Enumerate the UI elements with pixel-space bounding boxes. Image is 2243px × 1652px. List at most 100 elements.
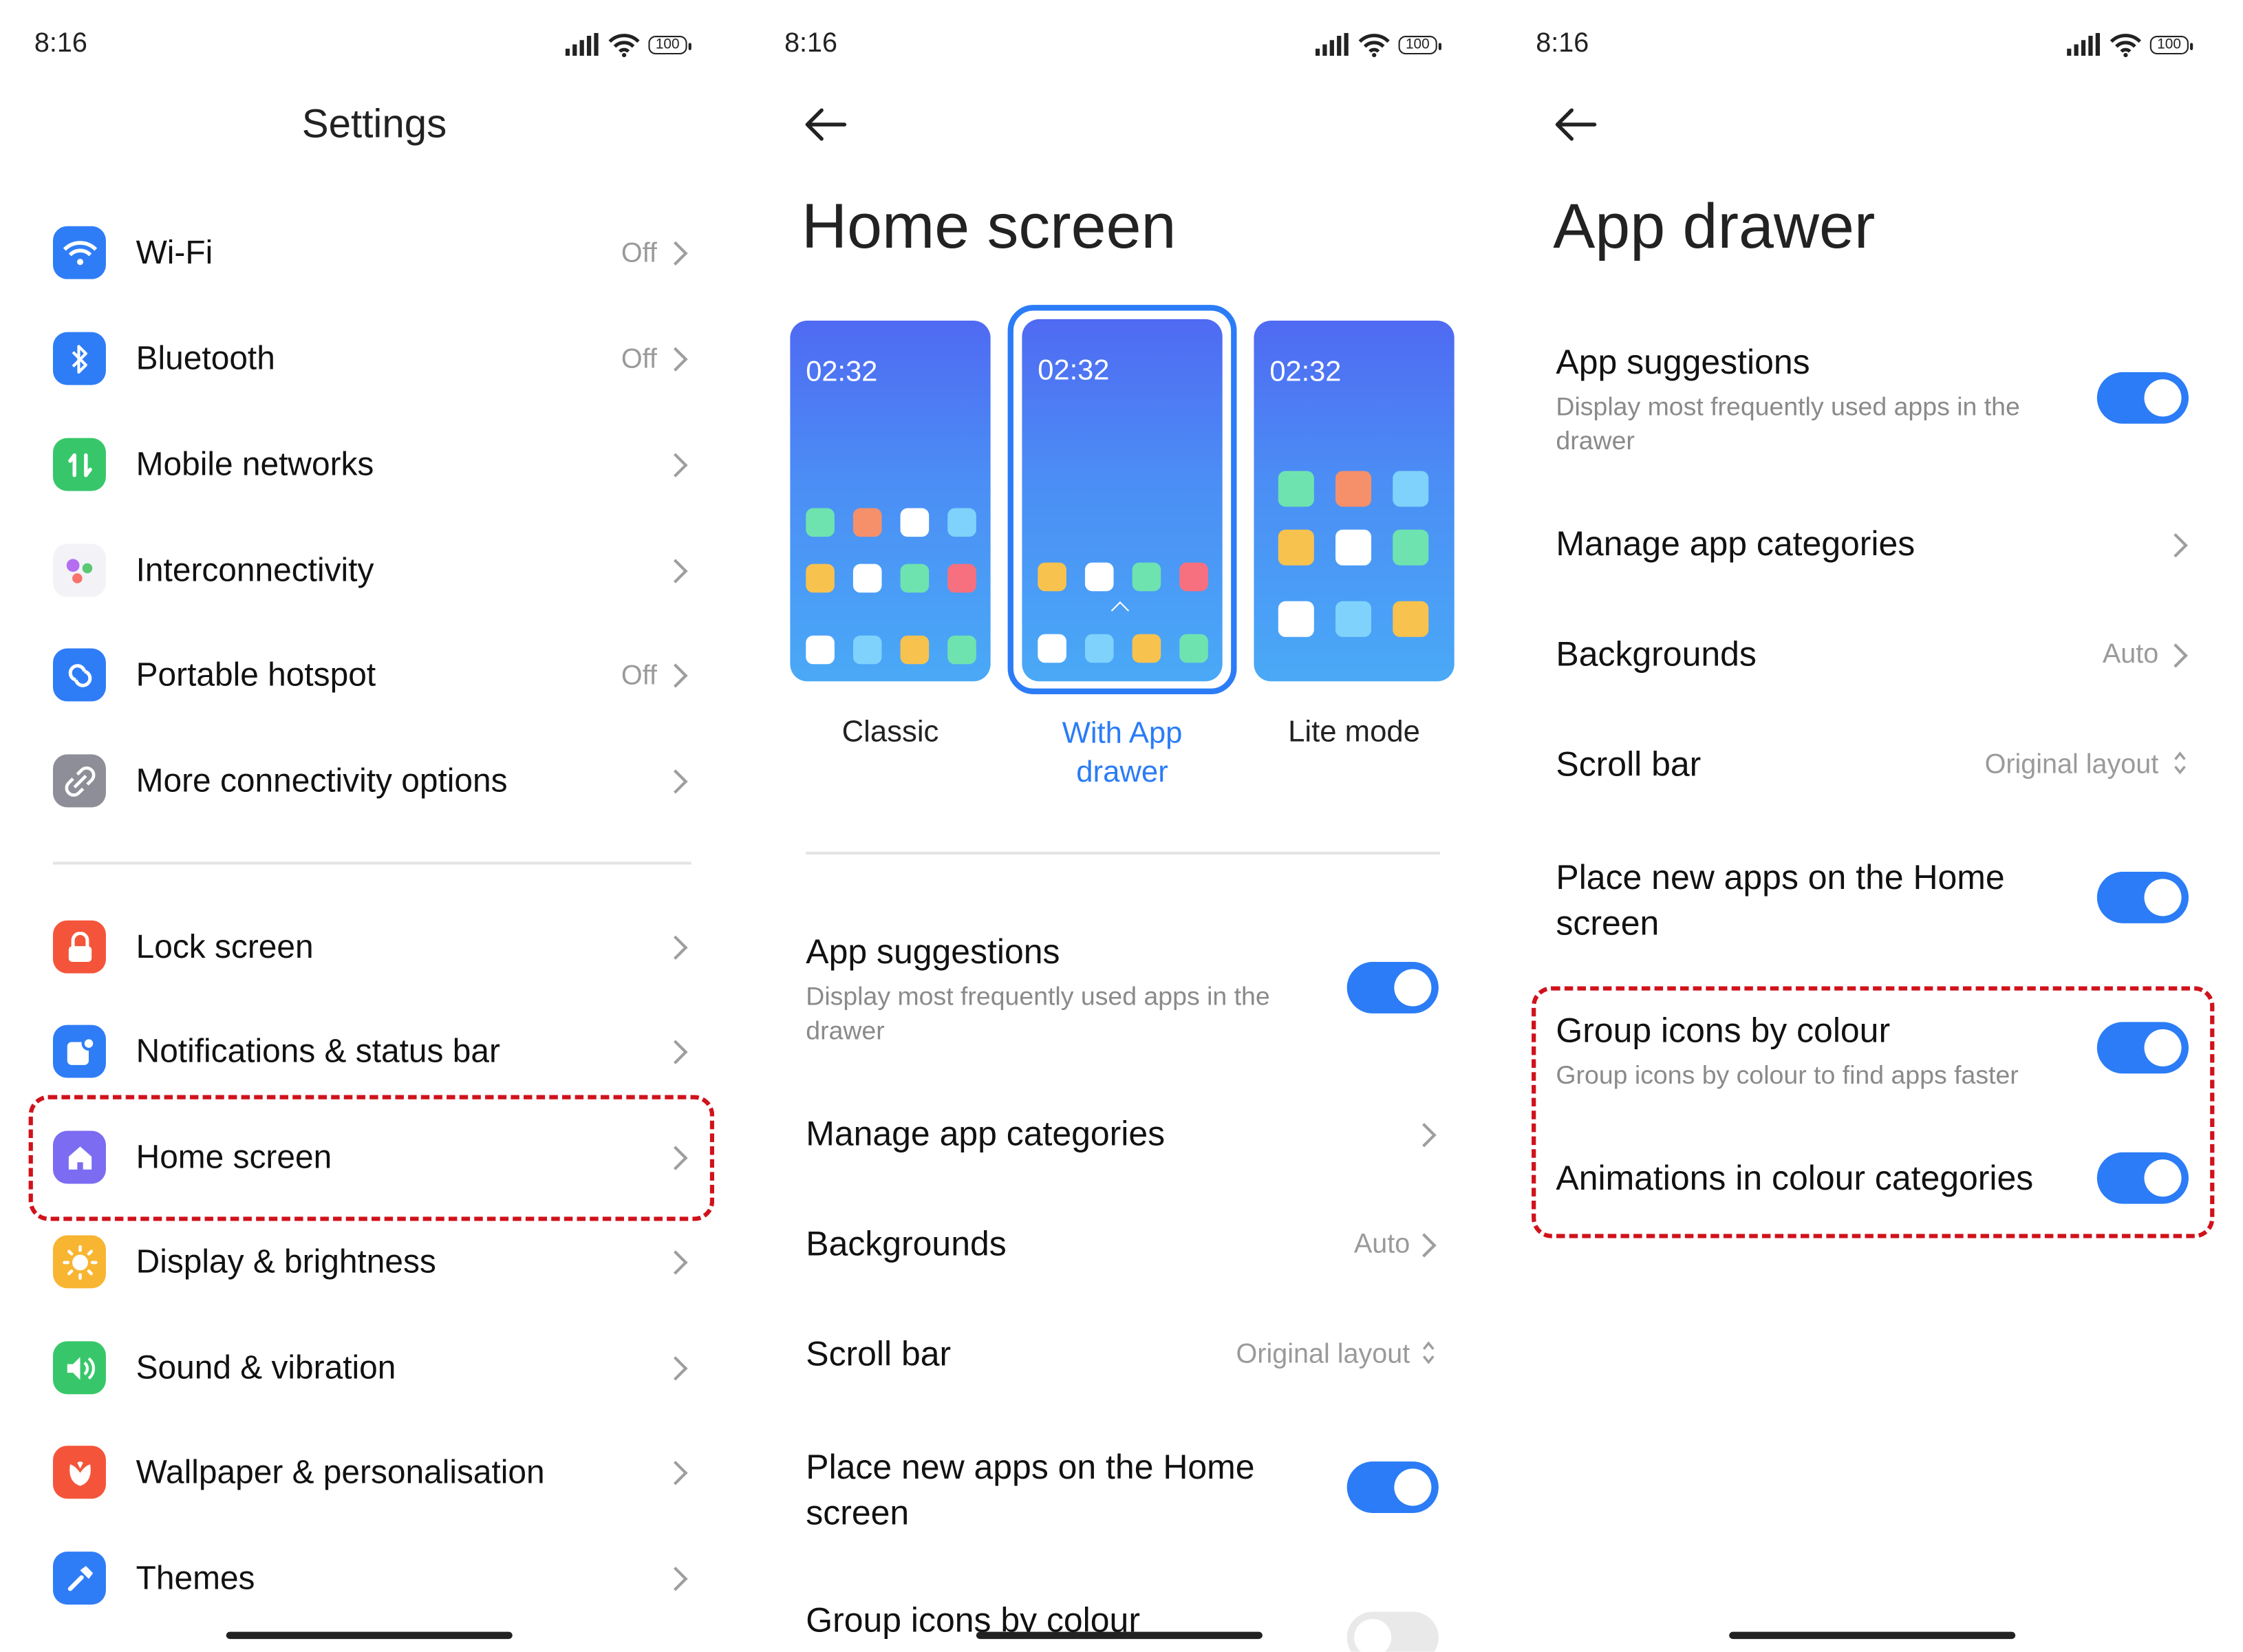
settings-item-label: Mobile networks [136, 445, 374, 483]
wifi-icon [52, 226, 106, 279]
chevron-right-icon [663, 1567, 688, 1591]
setting-title: Place new apps on the Home screen [1556, 859, 2005, 943]
highlight-box [28, 1095, 715, 1221]
setting-value: Original layout [1984, 750, 2159, 780]
preview-time: 02:32 [1038, 354, 1110, 387]
settings-item-value: Off [621, 661, 657, 691]
chevron-right-icon [663, 453, 688, 478]
lock-icon [52, 920, 106, 974]
settings-item-label: Notifications & status bar [136, 1031, 500, 1070]
app-drawer-panel: 8:16 100 App drawer App suggestions Disp… [1497, 0, 2243, 1652]
mobile-networks-icon [52, 438, 106, 491]
signal-icon [565, 32, 599, 56]
brightness-icon [52, 1235, 106, 1289]
settings-item-label: Lock screen [136, 927, 314, 965]
setting-value: Auto [2102, 639, 2159, 670]
settings-item-label: Sound & vibration [136, 1348, 396, 1386]
setting-title: App suggestions [806, 933, 1060, 972]
chevron-right-icon [663, 935, 688, 960]
settings-item-label: Interconnectivity [136, 550, 374, 589]
setting-title: Backgrounds [1556, 635, 1757, 674]
status-icons: 100 [565, 29, 691, 61]
setting-title: Scroll bar [1556, 745, 1702, 785]
status-time: 8:16 [784, 28, 838, 59]
home-screen-panel: 8:16 100 Home screen 02:32 Classic 02:32 [749, 0, 1498, 1652]
wifi-status-icon [608, 33, 640, 57]
setting-title: Manage app categories [1556, 525, 1915, 564]
battery-icon: 100 [648, 34, 691, 54]
settings-item-label: Bluetooth [136, 339, 275, 377]
status-time: 8:16 [34, 28, 87, 59]
chevron-right-icon [663, 663, 688, 688]
section-divider [806, 851, 1440, 854]
status-icons: 100 [1315, 29, 1441, 61]
setting-title: Manage app categories [806, 1115, 1166, 1154]
home-indicator [226, 1631, 513, 1640]
preview-time: 02:32 [806, 356, 878, 388]
setting-subtitle: Display most frequently used apps in the… [806, 982, 1270, 1045]
settings-item-label: Display & brightness [136, 1242, 436, 1280]
more-connectivity-icon [52, 754, 106, 808]
settings-item-value: Off [621, 345, 657, 376]
page-title: Settings [301, 101, 447, 147]
preview-time: 02:32 [1269, 356, 1342, 388]
chevron-right-icon [663, 559, 688, 583]
phone-preview: 02:32 [1022, 319, 1223, 682]
settings-item-label: Wallpaper & personalisation [136, 1452, 545, 1490]
setting-title: Backgrounds [806, 1225, 1007, 1265]
chevron-right-icon [2163, 533, 2188, 558]
sound-icon [52, 1341, 106, 1395]
settings-panel: 8:16 100 Settings Wi-Fi Off Bluetooth Of… [0, 0, 749, 1652]
battery-icon: 100 [1398, 34, 1441, 54]
group-icons-toggle[interactable] [1346, 1611, 1439, 1652]
section-divider [52, 861, 691, 864]
status-time: 8:16 [1536, 28, 1589, 59]
app-suggestions-toggle[interactable] [2096, 372, 2189, 424]
signal-icon [2067, 32, 2100, 56]
back-arrow-icon[interactable] [804, 106, 847, 143]
settings-item-value: Off [621, 239, 657, 270]
page-title: Home screen [802, 191, 1177, 262]
setting-title: App suggestions [1556, 343, 1810, 383]
setting-title: Place new apps on the Home screen [806, 1448, 1255, 1534]
wallpaper-icon [52, 1446, 106, 1499]
status-icons: 100 [2067, 29, 2192, 61]
place-new-apps-toggle[interactable] [2096, 871, 2189, 923]
notifications-icon [52, 1025, 106, 1078]
drawer-handle-icon [1110, 601, 1130, 620]
place-new-apps-toggle[interactable] [1346, 1461, 1439, 1513]
phone-preview: 02:32 [1254, 321, 1455, 682]
interconnectivity-icon [52, 544, 106, 597]
app-suggestions-toggle[interactable] [1346, 962, 1439, 1013]
hotspot-icon [52, 648, 106, 702]
chevron-up-down-icon [1422, 1341, 1435, 1364]
phone-preview: 02:32 [790, 321, 991, 682]
chevron-right-icon [1412, 1123, 1437, 1148]
mode-label: Lite mode [1288, 716, 1420, 749]
chevron-right-icon [663, 1356, 688, 1381]
chevron-right-icon [663, 347, 688, 372]
chevron-right-icon [663, 1250, 688, 1275]
settings-item-label: Themes [136, 1558, 255, 1596]
page-title: App drawer [1553, 191, 1876, 262]
setting-value: Original layout [1236, 1340, 1410, 1370]
signal-icon [1315, 32, 1349, 56]
back-arrow-icon[interactable] [1554, 106, 1597, 143]
settings-item-label: Portable hotspot [136, 655, 376, 693]
mode-label: With App drawer [1062, 717, 1183, 789]
setting-subtitle: Display most frequently used apps in the… [1556, 392, 2020, 455]
battery-icon: 100 [2149, 34, 2192, 54]
wifi-status-icon [1358, 33, 1390, 57]
chevron-right-icon [663, 1461, 688, 1485]
settings-item-label: More connectivity options [136, 761, 508, 799]
chevron-right-icon [663, 1040, 688, 1064]
setting-title: Scroll bar [806, 1335, 952, 1375]
themes-icon [52, 1552, 106, 1605]
chevron-up-down-icon [2174, 751, 2186, 775]
bluetooth-icon [52, 332, 106, 385]
home-indicator [976, 1631, 1263, 1640]
chevron-right-icon [2163, 643, 2188, 668]
mode-label: Classic [841, 716, 939, 749]
chevron-right-icon [663, 241, 688, 266]
home-indicator [1729, 1631, 2016, 1640]
